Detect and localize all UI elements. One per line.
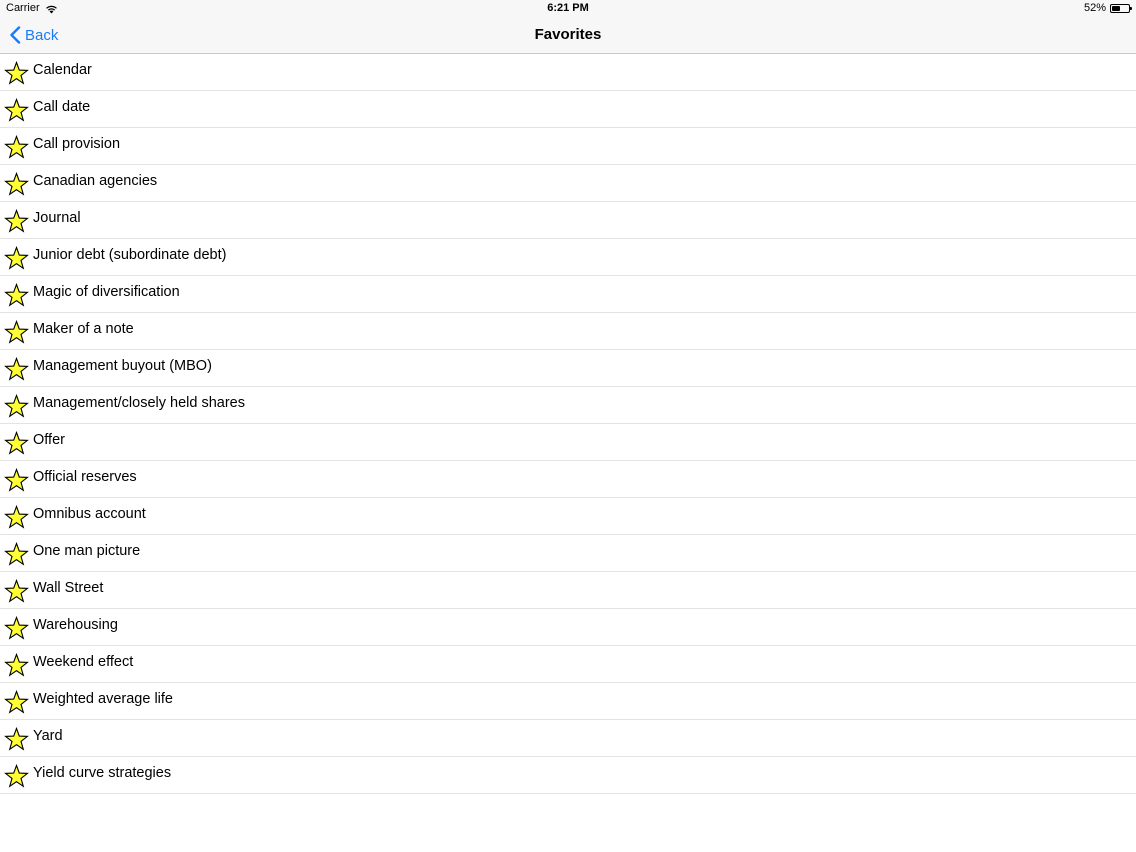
list-item-label: Call date bbox=[33, 99, 91, 115]
list-item-label: Calendar bbox=[33, 62, 92, 78]
star-icon bbox=[4, 61, 29, 85]
list-item-label: Offer bbox=[33, 432, 65, 448]
list-item-label: Official reserves bbox=[33, 469, 137, 485]
star-icon bbox=[4, 320, 29, 344]
status-time: 6:21 PM bbox=[547, 2, 589, 14]
list-item-label: Magic of diversification bbox=[33, 284, 180, 300]
star-icon bbox=[4, 616, 29, 640]
star-icon bbox=[4, 690, 29, 714]
list-item[interactable]: Canadian agencies bbox=[0, 165, 1136, 202]
list-item[interactable]: Warehousing bbox=[0, 609, 1136, 646]
star-icon bbox=[4, 431, 29, 455]
list-item[interactable]: Management buyout (MBO) bbox=[0, 350, 1136, 387]
list-item-label: Yard bbox=[33, 728, 63, 744]
list-item[interactable]: Wall Street bbox=[0, 572, 1136, 609]
star-icon bbox=[4, 246, 29, 270]
star-icon bbox=[4, 135, 29, 159]
star-icon bbox=[4, 579, 29, 603]
list-item-label: Yield curve strategies bbox=[33, 765, 172, 781]
navigation-bar: Back Favorites bbox=[0, 17, 1136, 54]
star-icon bbox=[4, 542, 29, 566]
battery-icon bbox=[1110, 4, 1132, 13]
list-item-label: Wall Street bbox=[33, 580, 104, 596]
star-icon bbox=[4, 283, 29, 307]
star-icon bbox=[4, 764, 29, 788]
list-item[interactable]: Call date bbox=[0, 91, 1136, 128]
list-item-label: Weekend effect bbox=[33, 654, 134, 670]
star-icon bbox=[4, 468, 29, 492]
list-item[interactable]: Journal bbox=[0, 202, 1136, 239]
list-item[interactable]: Calendar bbox=[0, 54, 1136, 91]
list-item[interactable]: Junior debt (subordinate debt) bbox=[0, 239, 1136, 276]
battery-percent: 52% bbox=[1083, 2, 1106, 14]
list-item-label: One man picture bbox=[33, 543, 141, 559]
list-item-label: Weighted average life bbox=[33, 691, 173, 707]
list-item[interactable]: Call provision bbox=[0, 128, 1136, 165]
list-item-label: Management/closely held shares bbox=[33, 395, 245, 411]
list-item-label: Management buyout (MBO) bbox=[33, 358, 212, 374]
status-bar: Carrier 6:21 PM 52% bbox=[0, 0, 1136, 17]
list-item[interactable]: Yield curve strategies bbox=[0, 757, 1136, 794]
list-item-label: Canadian agencies bbox=[33, 173, 158, 189]
list-item[interactable]: Omnibus account bbox=[0, 498, 1136, 535]
list-item-label: Omnibus account bbox=[33, 506, 146, 522]
page-title: Favorites bbox=[534, 26, 602, 43]
list-item[interactable]: Weighted average life bbox=[0, 683, 1136, 720]
star-icon bbox=[4, 394, 29, 418]
list-item[interactable]: Magic of diversification bbox=[0, 276, 1136, 313]
list-item[interactable]: Offer bbox=[0, 424, 1136, 461]
list-item[interactable]: Management/closely held shares bbox=[0, 387, 1136, 424]
star-icon bbox=[4, 209, 29, 233]
star-icon bbox=[4, 98, 29, 122]
status-right: 52% bbox=[1083, 0, 1132, 17]
list-item[interactable]: One man picture bbox=[0, 535, 1136, 572]
list-item[interactable]: Weekend effect bbox=[0, 646, 1136, 683]
list-item-label: Junior debt (subordinate debt) bbox=[33, 247, 227, 263]
list-item-label: Warehousing bbox=[33, 617, 118, 633]
star-icon bbox=[4, 653, 29, 677]
battery-tip bbox=[1130, 7, 1132, 10]
list-item-label: Journal bbox=[33, 210, 81, 226]
list-item[interactable]: Yard bbox=[0, 720, 1136, 757]
star-icon bbox=[4, 727, 29, 751]
star-icon bbox=[4, 172, 29, 196]
favorites-list: Calendar Call date Call provision Canadi… bbox=[0, 54, 1136, 794]
list-item[interactable]: Official reserves bbox=[0, 461, 1136, 498]
star-icon bbox=[4, 357, 29, 381]
list-item-label: Maker of a note bbox=[33, 321, 134, 337]
list-item-label: Call provision bbox=[33, 136, 121, 152]
star-icon bbox=[4, 505, 29, 529]
list-item[interactable]: Maker of a note bbox=[0, 313, 1136, 350]
battery-fill bbox=[1112, 6, 1121, 11]
